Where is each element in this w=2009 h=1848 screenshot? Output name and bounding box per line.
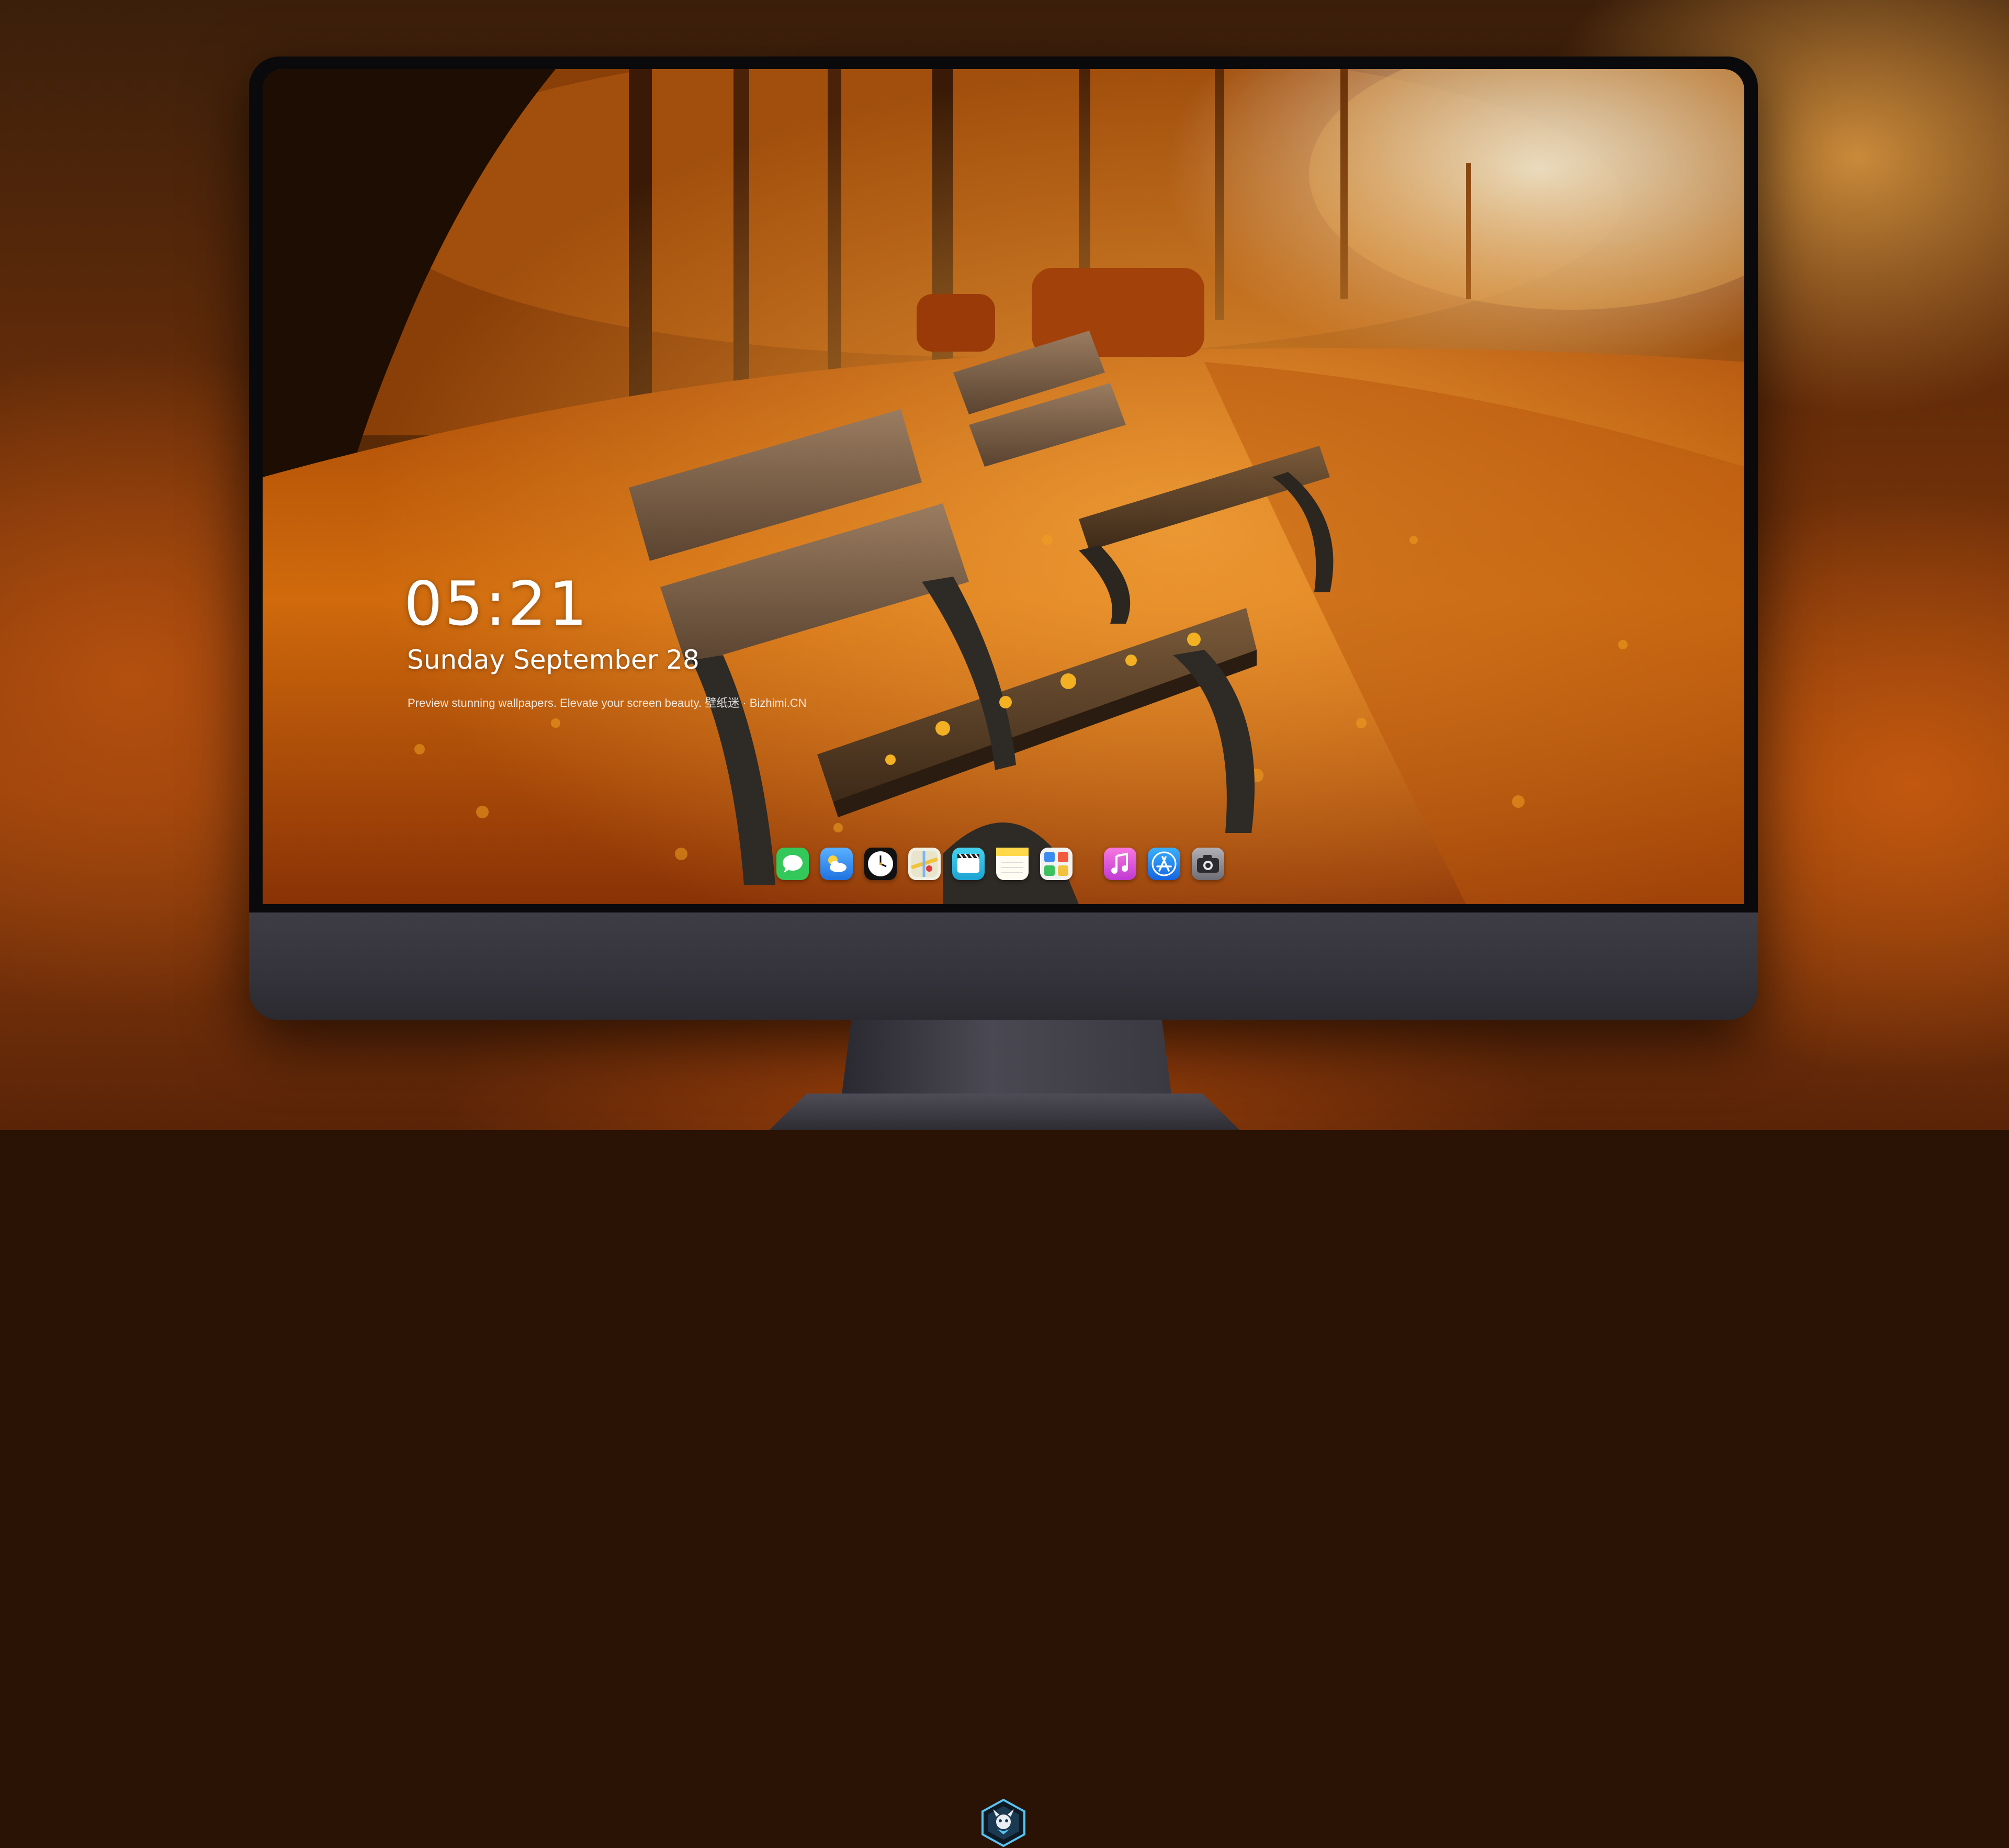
messages-icon[interactable]: [776, 848, 809, 880]
lockscreen-time: 05:21: [404, 569, 590, 639]
monitor-stand: [841, 1020, 1172, 1099]
dock: [765, 838, 1236, 889]
maps-icon[interactable]: [908, 848, 941, 880]
autumn-bench-wallpaper: [263, 69, 1744, 904]
clips-icon[interactable]: [952, 848, 985, 880]
photos-grid-icon[interactable]: [1040, 848, 1073, 880]
lockscreen-date: Sunday September 28: [407, 645, 699, 675]
notes-icon[interactable]: [996, 848, 1029, 880]
screen: 05:21 Sunday September 28 Preview stunni…: [263, 69, 1744, 904]
clock-icon[interactable]: [864, 848, 897, 880]
monitor: 05:21 Sunday September 28 Preview stunni…: [249, 57, 1758, 1847]
monitor-chin: [249, 912, 1758, 1847]
app-store-icon[interactable]: [1148, 848, 1180, 880]
camera-icon[interactable]: [1192, 848, 1224, 880]
itunes-icon[interactable]: [1104, 848, 1136, 880]
brand-logo-icon: [981, 1798, 1025, 1847]
weather-icon[interactable]: [820, 848, 853, 880]
monitor-stand-base: [769, 1094, 1240, 1130]
wallpaper-caption: Preview stunning wallpapers. Elevate you…: [408, 696, 807, 709]
